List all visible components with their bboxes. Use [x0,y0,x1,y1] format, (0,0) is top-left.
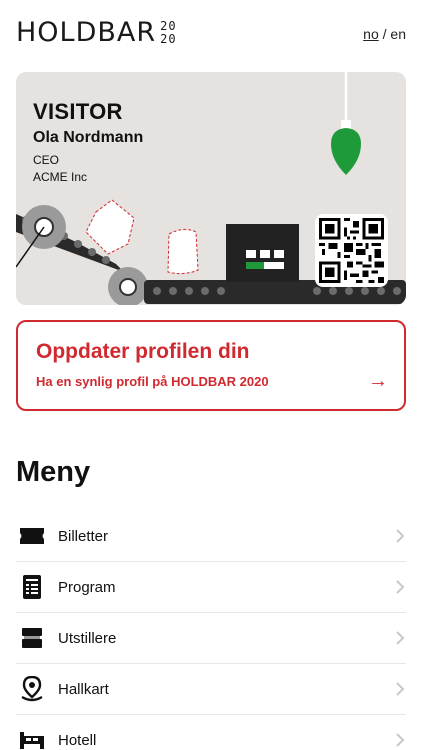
map-pin-icon [16,675,48,703]
exhibitor-booth-icon [16,624,48,652]
qr-code-graphic [319,218,384,283]
chevron-right-icon [396,529,405,543]
lang-en-link[interactable]: en [390,26,406,42]
menu-item-label: Program [58,578,116,596]
menu-item-billetter[interactable]: Billetter [16,511,406,562]
header: HOLDBAR 20 20 no / en [16,18,406,52]
menu-item-label: Hallkart [58,680,109,698]
chevron-right-icon [396,682,405,696]
chevron-right-icon [396,733,405,747]
logo-wordmark: HOLDBAR [16,17,157,48]
holdbar-logo[interactable]: HOLDBAR 20 20 [16,18,177,48]
menu-item-label: Billetter [58,527,109,545]
update-profile-card[interactable]: Oppdater profilen din Ha en synlig profi… [16,320,406,411]
logo-year-bottom: 20 [160,32,177,46]
menu-item-utstillere[interactable]: Utstillere [16,613,406,664]
menu-heading: Meny [16,456,91,488]
badge-name: Ola Nordmann [33,129,144,146]
lightbulb-icon [331,128,361,175]
update-profile-title: Oppdater profilen din [36,340,250,363]
menu-item-label: Hotell [58,731,97,749]
menu-item-label: Utstillere [58,629,117,647]
badge-role: VISITOR [33,99,123,124]
chevron-right-icon [396,580,405,594]
menu-item-hotell[interactable]: Hotell [16,715,406,750]
arrow-right-icon: → [368,370,388,392]
badge-job-title: CEO [33,153,60,167]
ticket-icon [16,522,48,550]
language-switcher: no / en [363,26,406,42]
chevron-right-icon [396,631,405,645]
menu-item-hallkart[interactable]: Hallkart [16,664,406,715]
visitor-badge-card[interactable]: VISITOR Ola Nordmann CEO ACME Inc [16,72,406,305]
badge-company: ACME Inc [33,170,88,184]
menu-item-program[interactable]: Program [16,562,406,613]
menu-list: Billetter Program Utstillere Hallkart Ho… [16,511,406,750]
lang-separator: / [382,26,387,42]
bed-icon [16,726,48,750]
logo-year: 20 20 [160,20,176,46]
qr-code[interactable] [315,214,388,287]
update-profile-subtitle: Ha en synlig profil på HOLDBAR 2020 [36,374,269,389]
lang-no-link[interactable]: no [363,26,379,42]
program-icon [16,573,48,601]
